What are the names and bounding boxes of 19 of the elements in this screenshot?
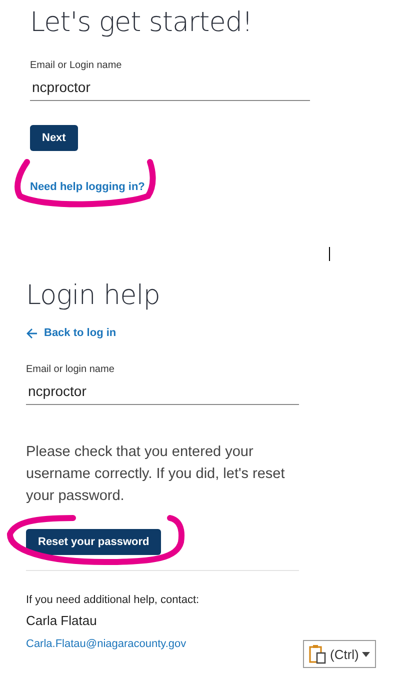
input-field[interactable]: ncproctor: [26, 374, 299, 404]
contact-name: Carla Flatau: [26, 612, 98, 628]
input-field[interactable]: ncproctor: [30, 71, 310, 101]
page-title: Let's get started!: [30, 6, 254, 40]
text-cursor: [329, 247, 330, 261]
next-button[interactable]: Next: [30, 125, 78, 151]
field-label: Email or login name: [26, 364, 116, 374]
email-link[interactable]: Carla.Flatau@niagaracounty.gov: [26, 638, 186, 650]
field-label: Email or Login name: [30, 60, 123, 71]
back-link[interactable]: Back to log in: [26, 327, 116, 339]
help-message: Please check that you entered your username correctly. If you did, let's reset your password.: [26, 442, 286, 506]
clipboard-icon: [309, 644, 327, 664]
page-title: Login help: [26, 279, 161, 313]
dropdown-caret-icon: [362, 652, 370, 656]
back-arrow-icon: [26, 328, 38, 338]
paste-options-button[interactable]: (Ctrl): [303, 640, 376, 668]
help-link[interactable]: Need help logging in?: [30, 181, 145, 193]
contact-intro: If you need additional help, contact:: [26, 594, 200, 606]
reset-password-button[interactable]: Reset your password: [26, 528, 162, 554]
